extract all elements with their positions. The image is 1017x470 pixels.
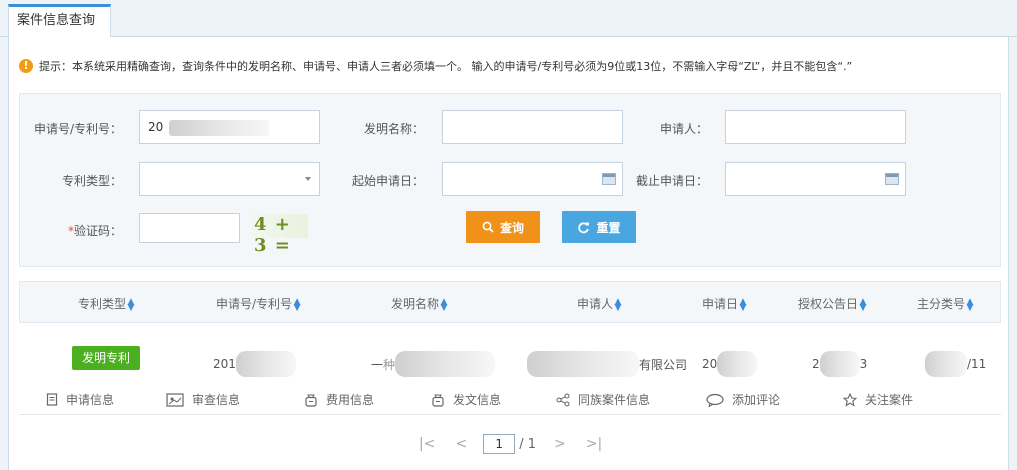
action-fee-info[interactable]: 费用信息 [304, 391, 374, 408]
col-header-title[interactable]: 发明名称 ▲ ▼ [391, 295, 448, 312]
cell-grant-date: 23 [812, 351, 867, 377]
app-no-label: 申请号/专利号： [33, 122, 122, 136]
app-no-value: 20 [148, 120, 164, 134]
action-follow-case[interactable]: 关注案件 [843, 391, 913, 408]
chevron-down-icon [305, 177, 311, 181]
invention-input[interactable] [442, 110, 623, 144]
warning-icon: ! [19, 59, 33, 73]
type-select[interactable] [139, 162, 320, 196]
col-header-grant-date[interactable]: 授权公告日 ▲ ▼ [798, 295, 867, 312]
type-badge: 发明专利 [72, 346, 140, 370]
document-icon [46, 393, 58, 406]
applicant-label: 申请人： [659, 122, 708, 136]
captcha-image[interactable]: 4 + 3 = [252, 214, 308, 256]
start-date-input[interactable] [442, 162, 623, 196]
tip-bar: ! 提示：本系统采用精确查询，查询条件中的发明名称、申请号、申请人三者必须填一个… [19, 57, 852, 75]
refresh-icon [578, 221, 590, 233]
calendar-icon[interactable] [602, 173, 616, 185]
sort-icon: ▲ ▼ [127, 296, 135, 313]
table-row[interactable]: 发明专利 201 一种 有限公司 20 23 /11 [19, 337, 1001, 381]
action-dispatch-info[interactable]: 发文信息 [431, 391, 501, 408]
search-icon [482, 221, 494, 233]
tab-case-query[interactable]: 案件信息查询 [8, 4, 111, 38]
redacted-blur [169, 119, 270, 136]
star-icon [843, 392, 857, 407]
cell-title[interactable]: 一种 [371, 351, 496, 377]
sort-icon: ▲ ▼ [293, 296, 301, 313]
app-no-input[interactable]: 20 [139, 110, 320, 144]
cell-app-no: 201 [213, 351, 296, 377]
reset-label: 重置 [596, 220, 621, 235]
captcha-label: *验证码： [67, 224, 122, 238]
table-header: 专利类型 ▲ ▼ 申请号/专利号 ▲ ▼ 发明名称 ▲ ▼ 申请人 ▲ ▼ 申请日 ▲ ▼ 授权公告… [19, 281, 1001, 323]
main-panel: ! 提示：本系统采用精确查询，查询条件中的发明名称、申请号、申请人三者必须填一个… [8, 37, 1009, 470]
captcha-input[interactable] [139, 213, 240, 243]
reset-button[interactable]: 重置 [562, 211, 636, 243]
end-date-label: 截止申请日： [635, 174, 708, 188]
col-header-app-date[interactable]: 申请日 ▲ ▼ [702, 295, 747, 312]
type-label: 专利类型： [61, 174, 122, 188]
tip-text: 提示：本系统采用精确查询，查询条件中的发明名称、申请号、申请人三者必须填一个。 … [39, 60, 853, 73]
action-application-info[interactable]: 申请信息 [46, 391, 114, 408]
sort-icon: ▲ ▼ [614, 296, 622, 313]
share-icon [556, 393, 570, 406]
sort-icon: ▲ ▼ [859, 296, 867, 313]
pagination: |< < 1 / 1 > >| [409, 432, 612, 456]
money-bag-icon [305, 394, 317, 407]
invention-label: 发明名称： [363, 122, 424, 136]
cell-app-date: 20 [702, 351, 758, 377]
page-total: / 1 [519, 436, 536, 452]
prev-page-button[interactable]: < [455, 436, 467, 452]
page-input[interactable]: 1 [483, 434, 516, 454]
action-review-info[interactable]: 审查信息 [166, 391, 240, 408]
search-label: 查询 [499, 220, 524, 235]
col-header-applicant[interactable]: 申请人 ▲ ▼ [577, 295, 622, 312]
sort-icon: ▲ ▼ [966, 296, 974, 313]
first-page-button[interactable]: |< [419, 436, 435, 452]
action-add-comment[interactable]: 添加评论 [706, 391, 780, 408]
start-date-label: 起始申请日： [351, 174, 424, 188]
tab-bar: 案件信息查询 [0, 0, 1017, 38]
col-header-class[interactable]: 主分类号 ▲ ▼ [917, 295, 974, 312]
col-header-type[interactable]: 专利类型 ▲ ▼ [78, 295, 135, 312]
col-header-app-no[interactable]: 申请号/专利号 ▲ ▼ [216, 295, 301, 312]
cell-applicant: 有限公司 [527, 351, 687, 377]
row-actions: 申请信息 审查信息 费用信息 发文信息 同族案件信息 添加评论 关注案件 [19, 387, 1001, 415]
image-icon [166, 392, 184, 407]
sort-icon: ▲ ▼ [739, 296, 747, 313]
comment-icon [706, 393, 724, 407]
calendar-icon[interactable] [885, 173, 899, 185]
last-page-button[interactable]: >| [586, 436, 602, 452]
sort-icon: ▲ ▼ [440, 296, 448, 313]
money-bag-icon [432, 394, 444, 407]
search-button[interactable]: 查询 [466, 211, 540, 243]
search-form: 申请号/专利号： 20 发明名称： 申请人： 专利类型： 起始申请日： 截止申请… [19, 93, 1001, 267]
next-page-button[interactable]: > [554, 436, 566, 452]
end-date-input[interactable] [725, 162, 906, 196]
action-family-info[interactable]: 同族案件信息 [556, 391, 650, 408]
cell-class: /11 [925, 351, 986, 377]
applicant-input[interactable] [725, 110, 906, 144]
